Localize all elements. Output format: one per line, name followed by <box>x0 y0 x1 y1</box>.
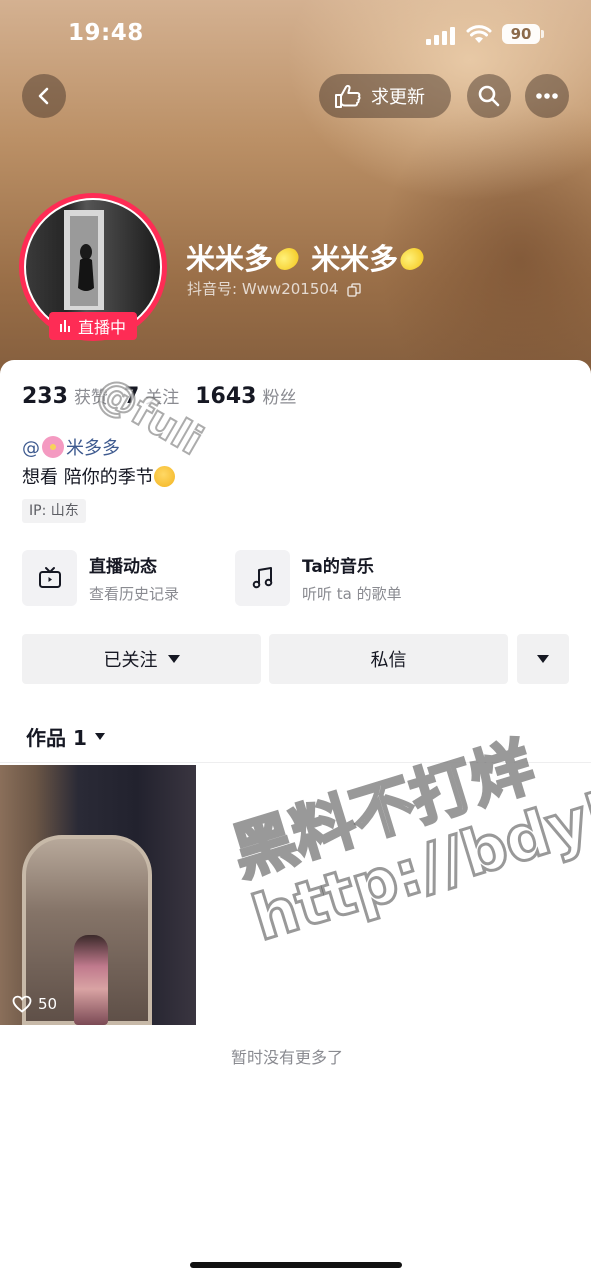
request-update-button[interactable]: 求更新 <box>319 74 451 118</box>
ip-location-tag: IP: 山东 <box>22 499 86 523</box>
live-history-title: 直播动态 <box>89 557 157 577</box>
heart-icon <box>12 995 32 1013</box>
followers-label: 粉丝 <box>262 388 297 408</box>
copy-icon[interactable] <box>347 282 361 297</box>
bio-text-content: 想看 陪你的季节 <box>22 467 154 488</box>
works-tab[interactable]: 作品 1 <box>26 722 105 751</box>
likes-count[interactable]: 233 <box>22 384 68 409</box>
live-badge[interactable]: 直播中 <box>49 312 137 340</box>
live-history-icon-box <box>22 550 77 606</box>
lemon-emoji-icon <box>396 244 428 274</box>
cellular-signal-icon <box>426 27 456 45</box>
music-note-icon <box>252 567 272 589</box>
caret-down-icon <box>94 733 105 740</box>
followed-button[interactable]: 已关注 <box>22 634 261 684</box>
music-title: Ta的音乐 <box>302 557 374 577</box>
works-tab-label: 作品 1 <box>26 726 87 750</box>
back-button[interactable] <box>22 74 66 118</box>
request-update-label: 求更新 <box>371 87 425 108</box>
more-actions-dropdown[interactable] <box>517 634 569 684</box>
music-icon-box <box>235 550 290 606</box>
tv-icon <box>38 567 61 588</box>
followed-label: 已关注 <box>103 650 158 671</box>
video-likes: 50 <box>12 995 57 1013</box>
bio-mention[interactable]: @ 米多多 <box>22 434 120 460</box>
battery-level: 90 <box>510 25 532 43</box>
search-icon <box>478 85 500 107</box>
followers-count[interactable]: 1643 <box>195 384 256 409</box>
bio-text: 想看 陪你的季节 <box>22 463 175 489</box>
douyin-id[interactable]: 抖音号: Www201504 <box>187 278 361 299</box>
nickname-part1: 米米多 <box>186 242 274 276</box>
home-indicator[interactable] <box>190 1262 402 1268</box>
profile-nickname: 米米多 米米多 <box>186 236 428 278</box>
lemon-emoji-icon <box>271 244 303 274</box>
ellipsis-icon <box>536 93 558 99</box>
no-more-text: 暂时没有更多了 <box>231 1048 344 1067</box>
hand-point-icon <box>335 84 361 108</box>
live-badge-label: 直播中 <box>77 318 126 337</box>
music-subtitle: 听听 ta 的歌单 <box>302 585 402 603</box>
live-history-entry[interactable]: 直播动态 查看历史记录 <box>22 550 179 606</box>
search-button[interactable] <box>467 74 511 118</box>
live-bars-icon <box>59 320 72 332</box>
caret-down-icon <box>537 655 549 663</box>
chevron-left-icon <box>38 87 49 105</box>
caret-down-icon <box>167 655 180 663</box>
battery-indicator: 90 <box>502 24 544 44</box>
status-bar: 19:48 90 <box>0 0 591 70</box>
thumbnail-figure <box>74 935 108 1025</box>
wifi-icon <box>466 25 492 43</box>
douyin-id-text: 抖音号: Www201504 <box>187 280 339 298</box>
thinking-face-emoji-icon <box>153 465 175 487</box>
live-history-subtitle: 查看历史记录 <box>89 585 180 603</box>
status-time: 19:48 <box>68 20 144 46</box>
video-thumbnail[interactable] <box>0 765 196 1025</box>
music-entry[interactable]: Ta的音乐 听听 ta 的歌单 <box>235 550 402 606</box>
message-button[interactable]: 私信 <box>269 634 508 684</box>
video-likes-count: 50 <box>38 995 58 1013</box>
mention-name: 米多多 <box>66 438 120 459</box>
message-label: 私信 <box>370 650 407 671</box>
mention-at: @ <box>22 438 40 459</box>
nickname-part2: 米米多 <box>311 242 399 276</box>
more-options-button[interactable] <box>525 74 569 118</box>
flower-emoji-icon <box>42 436 64 458</box>
